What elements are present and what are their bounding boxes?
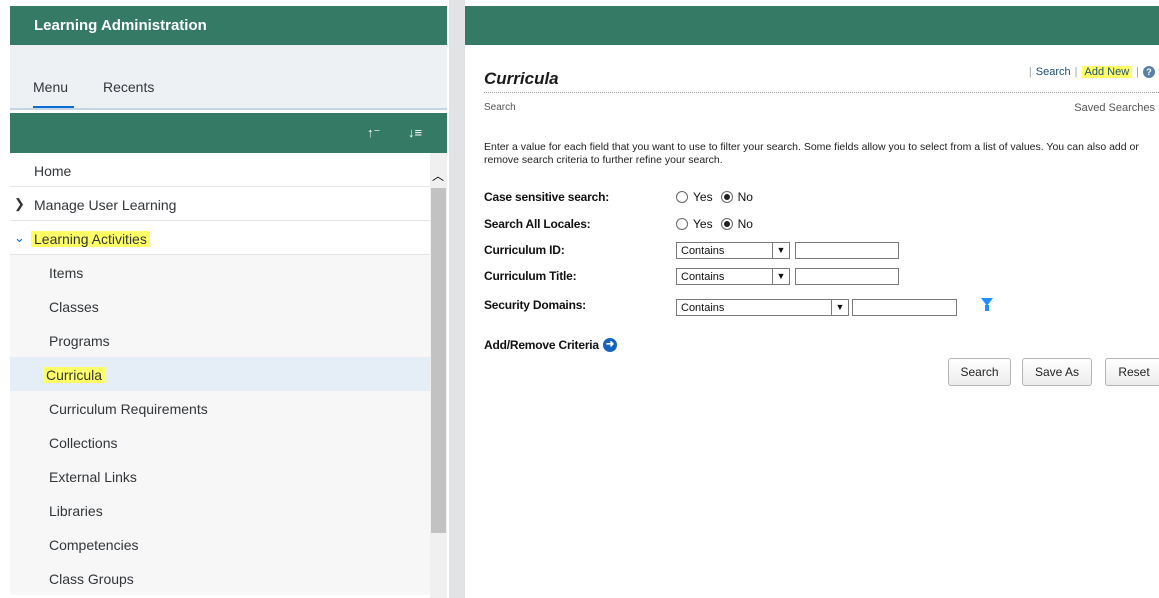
app-title: Learning Administration (34, 17, 207, 34)
sort-ascending-icon[interactable]: ↑⁻ (367, 125, 380, 141)
security-domains-input[interactable] (852, 299, 957, 316)
sidebar-item-libraries[interactable]: Libraries (10, 493, 430, 527)
sidebar-item-label: Learning Activities (31, 231, 150, 247)
main-header-bar (465, 6, 1159, 45)
sidebar-item-label: Collections (49, 435, 118, 451)
title-divider (484, 92, 1159, 93)
security-domains-label: Security Domains: (484, 298, 586, 312)
sidebar-item-label: External Links (49, 469, 137, 485)
search-link[interactable]: Search (1036, 66, 1071, 78)
help-icon[interactable]: ? (1143, 66, 1155, 79)
chevron-down-icon: ▼ (772, 243, 789, 258)
sort-descending-icon[interactable]: ↓≡ (408, 125, 422, 140)
sidebar-item-label: Home (34, 163, 72, 179)
search-button[interactable]: Search (948, 358, 1011, 386)
sidebar-item-label: Class Groups (49, 571, 134, 587)
sidebar-item-label: Items (49, 265, 84, 281)
sidebar-item-home[interactable]: Home (10, 153, 430, 187)
sidebar-item-competencies[interactable]: Competencies (10, 527, 430, 561)
radio-label: Yes (693, 190, 713, 204)
case-sensitive-yes-radio[interactable] (676, 191, 688, 203)
curriculum-id-row: Curriculum ID: Contains ▼ (484, 240, 1159, 262)
case-sensitive-no-radio[interactable] (720, 191, 733, 203)
page-title: Curricula (484, 69, 559, 88)
curriculum-title-input[interactable] (795, 268, 899, 285)
all-locales-no-radio[interactable] (720, 218, 733, 230)
curriculum-id-input[interactable] (795, 242, 899, 259)
case-sensitive-row: Case sensitive search: Yes No (484, 187, 1159, 209)
add-remove-criteria-label: Add/Remove Criteria (484, 338, 599, 352)
select-value: Contains (681, 245, 725, 257)
filter-icon[interactable] (981, 298, 993, 311)
sidebar-item-label: Programs (49, 333, 110, 349)
sidebar-item-label: Classes (49, 299, 99, 315)
chevron-right-icon: ❯ (14, 196, 25, 211)
sidebar-item-curricula[interactable]: Curricula (10, 357, 430, 391)
all-locales-row: Search All Locales: Yes No (484, 214, 1159, 236)
radio-label: No (737, 217, 753, 231)
case-sensitive-label: Case sensitive search: (484, 190, 610, 204)
tab-recents[interactable]: Recents (103, 79, 154, 95)
reset-button[interactable]: Reset (1105, 358, 1159, 386)
sidebar-item-manage-user-learning[interactable]: ❯ Manage User Learning (10, 187, 430, 221)
sidebar-item-label: Manage User Learning (34, 197, 177, 213)
add-remove-criteria-link[interactable]: Add/Remove Criteria ➜ (484, 338, 617, 352)
radio-label: Yes (693, 217, 713, 231)
sidebar-item-curriculum-requirements[interactable]: Curriculum Requirements (10, 391, 430, 425)
sidebar-item-label: Curriculum Requirements (49, 401, 208, 417)
arrow-right-circle-icon: ➜ (602, 338, 617, 352)
add-new-link[interactable]: Add New (1081, 66, 1133, 78)
sidebar-scrollbar[interactable]: ︿ (430, 153, 447, 598)
sidebar-item-external-links[interactable]: External Links (10, 459, 430, 493)
sidebar-item-items[interactable]: Items (10, 255, 430, 289)
sidebar-item-label: Curricula (43, 367, 106, 383)
sidebar-item-label: Libraries (49, 503, 103, 519)
curriculum-title-operator-select[interactable]: Contains ▼ (676, 268, 790, 285)
sidebar-item-class-groups[interactable]: Class Groups (10, 561, 430, 595)
sidebar-item-programs[interactable]: Programs (10, 323, 430, 357)
scrollbar-thumb[interactable] (431, 188, 446, 533)
tabs-divider (10, 108, 447, 110)
chevron-down-icon: ▼ (772, 269, 789, 284)
save-as-button[interactable]: Save As (1022, 358, 1092, 386)
all-locales-yes-radio[interactable] (676, 218, 688, 230)
all-locales-label: Search All Locales: (484, 217, 591, 231)
select-value: Contains (681, 302, 725, 314)
sidebar-nav: Home ❯ Manage User Learning ⌄ Learning A… (10, 153, 430, 598)
saved-searches-link[interactable]: Saved Searches (1074, 102, 1155, 114)
chevron-down-icon: ⌄ (14, 230, 25, 245)
top-links: | Search | Add New |? (1025, 66, 1155, 79)
tab-menu[interactable]: Menu (33, 79, 68, 95)
security-domains-operator-select[interactable]: Contains ▼ (676, 299, 849, 316)
radio-label: No (737, 190, 753, 204)
left-panel: Learning Administration Menu Recents ↑⁻ … (0, 0, 449, 598)
curriculum-title-row: Curriculum Title: Contains ▼ (484, 266, 1159, 288)
sidebar-item-learning-activities[interactable]: ⌄ Learning Activities (10, 221, 430, 255)
sidebar-item-collections[interactable]: Collections (10, 425, 430, 459)
instructions-text: Enter a value for each field that you wa… (484, 141, 1139, 166)
sidebar-item-classes[interactable]: Classes (10, 289, 430, 323)
chevron-down-icon: ▼ (831, 300, 848, 315)
curriculum-id-label: Curriculum ID: (484, 243, 565, 257)
sidebar-tabs: Menu Recents (10, 45, 447, 109)
sort-toolbar: ↑⁻ ↓≡ (10, 113, 447, 153)
select-value: Contains (681, 271, 725, 283)
app-header: Learning Administration (10, 6, 447, 45)
security-domains-row: Security Domains: Contains ▼ (484, 295, 1159, 317)
panel-splitter[interactable] (449, 0, 465, 598)
chevron-up-icon[interactable]: ︿ (432, 167, 444, 184)
curriculum-title-label: Curriculum Title: (484, 269, 577, 283)
section-label-search: Search (484, 102, 516, 113)
sidebar-item-label: Competencies (49, 537, 139, 553)
curriculum-id-operator-select[interactable]: Contains ▼ (676, 242, 790, 259)
main-panel: Curricula | Search | Add New |? Search Saved… (465, 0, 1159, 598)
